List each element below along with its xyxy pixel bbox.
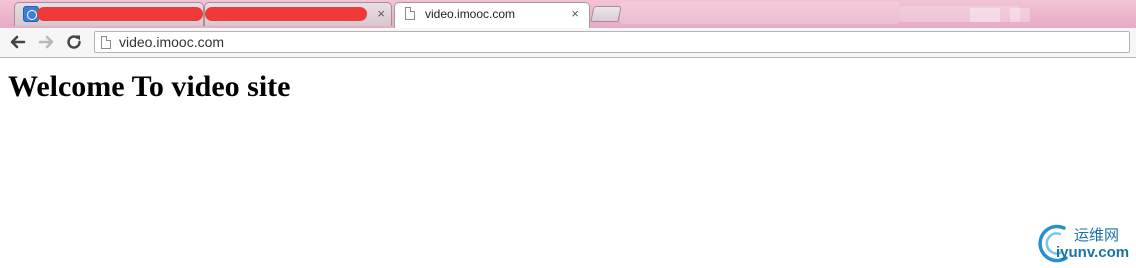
page-heading: Welcome To video site — [8, 70, 291, 103]
titlebar-highlight — [970, 8, 1000, 22]
redacted-tab-title — [37, 7, 203, 21]
titlebar-highlight — [900, 6, 1020, 22]
watermark: 运维网 iyunv.com — [1034, 222, 1134, 266]
browser-toolbar: video.imooc.com — [0, 28, 1136, 58]
page-content: Welcome To video site — [0, 60, 1136, 268]
browser-tab-2[interactable]: × — [204, 2, 392, 26]
titlebar-highlight — [1010, 8, 1030, 22]
address-bar[interactable]: video.imooc.com — [94, 31, 1130, 53]
watermark-text-cn: 运维网 — [1074, 226, 1120, 244]
browser-title-bar: × video.imooc.com × — [0, 0, 1136, 28]
tab-close-icon[interactable]: × — [377, 6, 385, 22]
back-arrow-icon[interactable] — [8, 32, 28, 52]
page-icon — [101, 36, 111, 49]
forward-arrow-icon[interactable] — [36, 32, 56, 52]
redacted-tab-title — [205, 7, 367, 21]
watermark-text-url: iyunv.com — [1056, 244, 1130, 261]
address-url[interactable]: video.imooc.com — [119, 34, 224, 51]
tab-close-icon[interactable]: × — [571, 6, 579, 22]
tab-title: video.imooc.com — [425, 7, 516, 21]
titlebar-highlight — [620, 2, 900, 24]
new-tab-button[interactable] — [590, 6, 622, 22]
reload-icon[interactable] — [64, 32, 84, 52]
browser-tab-1[interactable] — [14, 2, 204, 26]
browser-tab-active[interactable]: video.imooc.com × — [394, 2, 590, 28]
page-favicon-icon — [405, 7, 415, 20]
